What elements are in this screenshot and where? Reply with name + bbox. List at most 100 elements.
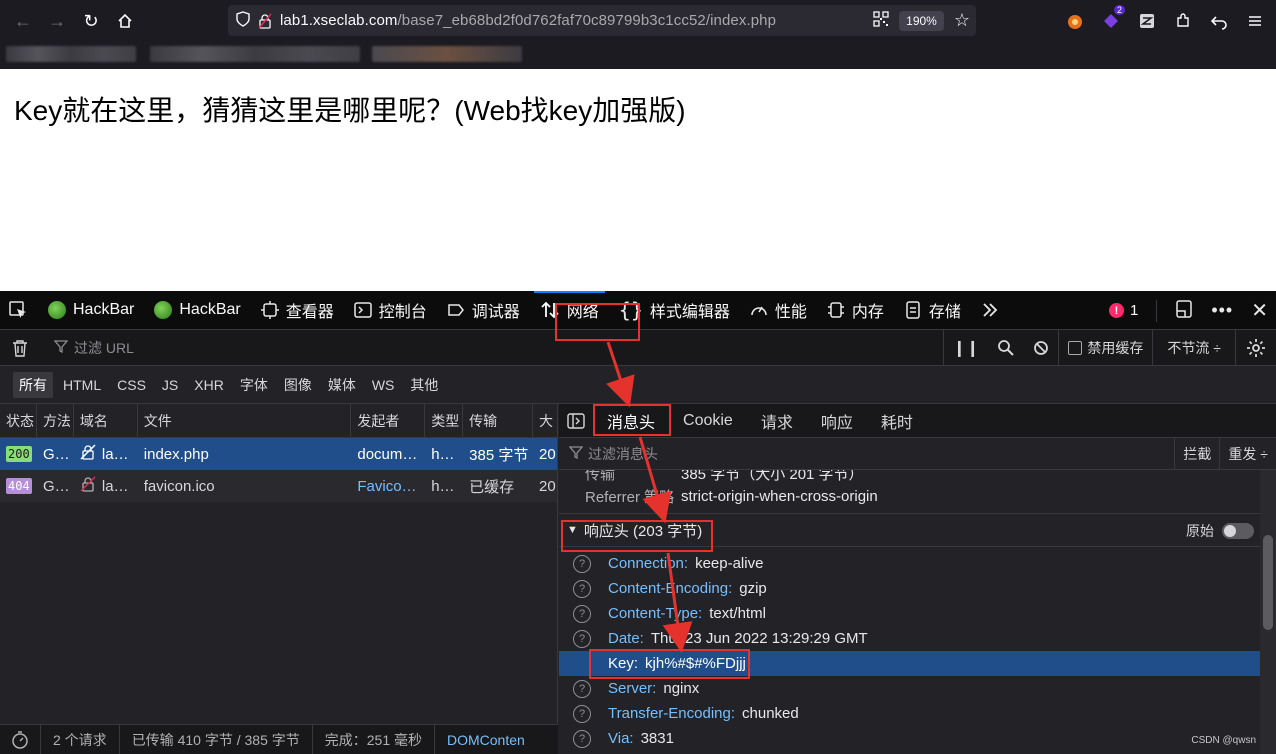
forward-icon[interactable]: →	[40, 4, 74, 38]
column-status[interactable]: 状态	[0, 404, 37, 437]
toggle-sidebar-icon[interactable]	[559, 404, 593, 438]
block-button[interactable]: 拦截	[1174, 438, 1219, 470]
tab-cookie[interactable]: Cookie	[669, 404, 747, 438]
scrollbar-thumb[interactable]	[1263, 535, 1273, 630]
hackbar-icon	[48, 301, 66, 319]
column-domain[interactable]: 域名	[74, 404, 138, 437]
settings-gear-icon[interactable]	[1235, 330, 1276, 366]
help-icon[interactable]: ?	[573, 579, 591, 598]
tab-storage[interactable]: 存储	[894, 291, 971, 330]
type-filter-images[interactable]: 图像	[278, 372, 318, 398]
request-list: 状态 方法 域名 文件 发起者 类型 传输 大 200 G… la… index…	[0, 404, 558, 754]
url-bar[interactable]: lab1.xseclab.com/base7_eb68bd2f0d762faf7…	[228, 5, 976, 36]
tab-hackbar-1[interactable]: HackBar	[38, 291, 144, 330]
tab-console[interactable]: 控制台	[344, 291, 437, 330]
tab-style-editor[interactable]: {} 样式编辑器	[609, 291, 740, 330]
zoom-level-button[interactable]: 190%	[899, 10, 944, 31]
url-text[interactable]: lab1.xseclab.com/base7_eb68bd2f0d762faf7…	[280, 12, 776, 29]
stopwatch-icon[interactable]	[0, 724, 41, 754]
shield-icon[interactable]	[236, 10, 258, 31]
type-filter-js[interactable]: JS	[156, 374, 184, 396]
help-icon[interactable]: ?	[573, 729, 591, 748]
column-initiator[interactable]: 发起者	[351, 404, 426, 437]
header-row[interactable]: ? Date: Thu, 23 Jun 2022 13:29:29 GMT	[559, 626, 1276, 651]
filter-headers-input[interactable]: 过滤消息头	[568, 444, 658, 464]
tab-debugger[interactable]: 调试器	[437, 291, 530, 330]
insecure-lock-icon[interactable]	[258, 12, 280, 29]
header-row[interactable]: ? Via: 3831	[559, 726, 1276, 751]
tab-memory[interactable]: 内存	[817, 291, 894, 330]
column-size[interactable]: 大	[533, 404, 557, 437]
throttle-select[interactable]: 不节流 ÷	[1152, 330, 1235, 366]
header-row[interactable]: ? Connection: keep-alive	[559, 551, 1276, 576]
extension-z-icon[interactable]	[1136, 10, 1158, 32]
element-picker-icon[interactable]	[0, 291, 38, 330]
header-row[interactable]: ? Server: nginx	[559, 676, 1276, 701]
more-tabs-icon[interactable]	[971, 291, 1009, 330]
column-file[interactable]: 文件	[138, 404, 352, 437]
column-method[interactable]: 方法	[37, 404, 74, 437]
more-options-icon[interactable]: •••	[1211, 300, 1233, 321]
qr-code-icon[interactable]	[873, 11, 889, 30]
request-domain: la…	[74, 470, 138, 502]
header-row-key[interactable]: ?Key:kjh%#$#%FDjjj	[559, 651, 1276, 676]
header-row[interactable]: ? Content-Type: text/html	[559, 601, 1276, 626]
close-devtools-icon[interactable]: ✕	[1251, 298, 1268, 323]
clear-trash-icon[interactable]	[0, 339, 40, 357]
tab-request[interactable]: 请求	[747, 404, 807, 438]
response-headers-section[interactable]: ▼ 响应头 (203 字节) 原始	[559, 513, 1276, 547]
request-initiator[interactable]: docum…	[351, 438, 425, 470]
type-filter-css[interactable]: CSS	[111, 374, 152, 396]
request-domain: la…	[74, 438, 138, 470]
header-row[interactable]: ? Content-Encoding: gzip	[559, 576, 1276, 601]
request-file: index.php	[143, 445, 209, 463]
tab-headers[interactable]: 消息头	[593, 404, 670, 438]
error-counter[interactable]: ! 1	[1108, 302, 1138, 319]
tab-network[interactable]: 网络	[530, 290, 609, 330]
menu-hamburger-icon[interactable]	[1244, 10, 1266, 32]
dock-toggle-icon[interactable]	[1175, 299, 1193, 322]
resend-button[interactable]: 重发 ÷	[1219, 438, 1276, 470]
block-icon[interactable]	[1024, 330, 1058, 366]
help-icon[interactable]: ?	[573, 604, 591, 623]
column-transferred[interactable]: 传输	[463, 404, 534, 437]
type-filter-other[interactable]: 其他	[404, 372, 444, 398]
type-filter-media[interactable]: 媒体	[322, 372, 362, 398]
search-icon[interactable]	[988, 330, 1024, 366]
bookmark-star-icon[interactable]: ☆	[954, 10, 970, 31]
column-type[interactable]: 类型	[425, 404, 464, 437]
extension-fox-icon[interactable]	[1064, 10, 1086, 32]
extensions-puzzle-icon[interactable]	[1172, 10, 1194, 32]
request-row[interactable]: 200 G… la… index.php docum… h… 385 字节 20	[0, 438, 557, 470]
help-icon[interactable]: ?	[573, 679, 591, 698]
home-icon[interactable]	[108, 4, 142, 38]
undo-arrow-icon[interactable]	[1208, 10, 1230, 32]
type-filter-ws[interactable]: WS	[366, 374, 401, 396]
raw-toggle[interactable]	[1222, 523, 1254, 539]
tab-hackbar-2[interactable]: HackBar	[144, 291, 250, 330]
header-value[interactable]: kjh%#$#%FDjjj	[645, 655, 746, 672]
request-size: 20	[539, 477, 556, 495]
extension-purple-icon[interactable]: 2	[1100, 5, 1125, 32]
tab-timings[interactable]: 耗时	[867, 404, 927, 438]
help-icon[interactable]: ?	[573, 554, 591, 573]
pause-icon[interactable]: ❙❙	[942, 330, 989, 366]
help-icon[interactable]: ?	[573, 704, 591, 723]
header-value: chunked	[742, 705, 799, 722]
type-filter-xhr[interactable]: XHR	[188, 374, 230, 396]
tab-performance[interactable]: 性能	[740, 291, 817, 330]
details-scrollbar[interactable]	[1260, 470, 1276, 754]
disable-cache-checkbox[interactable]: 禁用缓存	[1058, 330, 1152, 366]
filter-url-input[interactable]: 过滤 URL	[53, 338, 134, 358]
request-row[interactable]: 404 G… la… favicon.ico Favico… h… 已缓存 20	[0, 470, 557, 502]
tab-response[interactable]: 响应	[807, 404, 867, 438]
tab-inspector[interactable]: 查看器	[251, 291, 344, 330]
reload-icon[interactable]: ↻	[74, 4, 108, 38]
help-icon[interactable]: ?	[573, 629, 591, 648]
type-filter-all[interactable]: 所有	[13, 371, 53, 398]
type-filter-fonts[interactable]: 字体	[234, 372, 274, 398]
header-row[interactable]: ? Transfer-Encoding: chunked	[559, 701, 1276, 726]
request-initiator[interactable]: Favico…	[351, 470, 425, 502]
back-icon[interactable]: ←	[6, 4, 40, 38]
type-filter-html[interactable]: HTML	[57, 374, 107, 396]
